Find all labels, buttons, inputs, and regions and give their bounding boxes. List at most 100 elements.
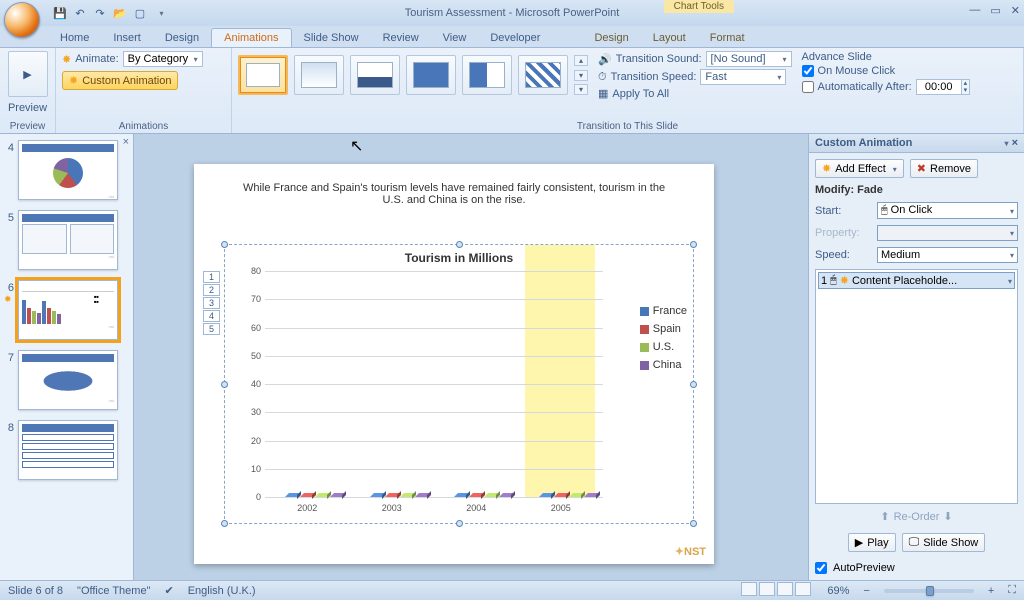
transition-gallery-more[interactable]: ▴▾▾ (574, 55, 588, 95)
transition-thumb[interactable] (350, 55, 400, 95)
preview-button[interactable]: ▶ (8, 51, 48, 97)
quick-access-toolbar: 💾 ↶ ↷ 📂 ▢ (52, 5, 168, 21)
tab-design[interactable]: Design (153, 29, 211, 47)
fit-window-icon[interactable]: ⛶ (1008, 584, 1016, 597)
slide-thumb-4[interactable]: nst (18, 140, 118, 200)
save-icon[interactable]: 💾 (52, 5, 68, 21)
animate-label: Animate: (75, 53, 118, 65)
zoom-out-icon[interactable]: − (863, 585, 869, 597)
slide-canvas[interactable]: While France and Spain's tourism levels … (194, 164, 714, 564)
taskpane-close-icon[interactable]: × (1012, 137, 1018, 149)
group-transition: Transition to This Slide (238, 119, 1017, 133)
group-preview: Preview (6, 119, 49, 133)
tab-review[interactable]: Review (371, 29, 431, 47)
office-button[interactable] (4, 2, 40, 38)
chart-placeholder[interactable]: 12345 Tourism in Millions 01020304050607… (224, 244, 694, 524)
thumb-num: 8 (4, 420, 14, 434)
custom-animation-pane: Custom Animation × ✸Add Effect ✖Remove M… (808, 134, 1024, 580)
transition-thumb[interactable] (518, 55, 568, 95)
minimize-icon[interactable]: — (969, 4, 980, 17)
remove-effect-button[interactable]: ✖Remove (910, 159, 978, 178)
resize-handle[interactable] (690, 241, 697, 248)
add-effect-button[interactable]: ✸Add Effect (815, 159, 904, 178)
play-button[interactable]: ▶ Play (848, 533, 896, 552)
reorder-up-icon[interactable]: ⬆ (880, 510, 889, 523)
qat-more-icon[interactable] (152, 5, 168, 21)
autopreview-check[interactable] (815, 562, 827, 574)
preview-label: Preview (6, 102, 49, 114)
tab-animations[interactable]: Animations (211, 28, 291, 47)
transition-thumb[interactable] (406, 55, 456, 95)
speed-combo[interactable]: Medium (877, 247, 1018, 263)
group-animations: Animations (62, 119, 225, 133)
resize-handle[interactable] (221, 520, 228, 527)
slide-editor[interactable]: While France and Spain's tourism levels … (134, 134, 808, 580)
tab-view[interactable]: View (431, 29, 479, 47)
ribbon-tabs: Home Insert Design Animations Slide Show… (0, 26, 1024, 48)
redo-icon[interactable]: ↷ (92, 5, 108, 21)
open-icon[interactable]: 📂 (112, 5, 128, 21)
reorder-down-icon[interactable]: ⬇ (943, 510, 952, 523)
resize-handle[interactable] (690, 520, 697, 527)
animation-sequence-tags: 12345 (203, 271, 220, 335)
thumb-num: 4 (4, 140, 14, 154)
resize-handle[interactable] (221, 381, 228, 388)
slide-thumb-8[interactable] (18, 420, 118, 480)
status-slide: Slide 6 of 8 (8, 585, 63, 597)
chart-title: Tourism in Millions (225, 245, 693, 267)
panel-close-icon[interactable]: × (123, 136, 129, 148)
effect-list-item[interactable]: 1🖱✸Content Placeholde... (818, 272, 1015, 289)
reorder-controls: ⬆Re-Order⬇ (815, 510, 1018, 523)
slide-body-text: While France and Spain's tourism levels … (194, 164, 714, 212)
resize-handle[interactable] (690, 381, 697, 388)
trans-sound-combo[interactable]: [No Sound] (706, 51, 792, 67)
resize-handle[interactable] (456, 520, 463, 527)
zoom-in-icon[interactable]: + (988, 585, 994, 597)
resize-handle[interactable] (456, 241, 463, 248)
slide-thumb-6[interactable]: ■■■■ nst (18, 280, 118, 340)
zoom-slider[interactable] (884, 589, 974, 593)
apply-to-all-button[interactable]: ▦Apply To All (598, 87, 792, 100)
auto-after-spinner[interactable]: ▴▾ (916, 79, 971, 95)
chart-legend: FranceSpainU.S.China (640, 305, 687, 371)
taskpane-menu-icon[interactable] (1001, 137, 1008, 149)
slide-thumb-7[interactable]: nst (18, 350, 118, 410)
slideshow-button[interactable]: 🖵 Slide Show (902, 533, 986, 552)
view-buttons[interactable] (741, 582, 813, 599)
transition-thumb[interactable] (294, 55, 344, 95)
custom-animation-button[interactable]: ✸Custom Animation (62, 71, 178, 90)
close-icon[interactable]: ✕ (1011, 4, 1020, 17)
spellcheck-icon[interactable]: ✔ (164, 584, 173, 597)
property-combo (877, 225, 1018, 241)
transition-gallery[interactable]: ▴▾▾ (238, 55, 588, 95)
resize-handle[interactable] (221, 241, 228, 248)
on-mouse-check[interactable] (802, 65, 814, 77)
tab-insert[interactable]: Insert (101, 29, 153, 47)
status-language[interactable]: English (U.K.) (188, 585, 256, 597)
advance-slide-label: Advance Slide (802, 51, 971, 63)
tab-slideshow[interactable]: Slide Show (292, 29, 371, 47)
sound-icon: 🔊 (598, 53, 612, 66)
animate-combo[interactable]: By Category (123, 51, 203, 67)
auto-after-label: Automatically After: (818, 81, 912, 93)
zoom-level[interactable]: 69% (827, 585, 849, 597)
tab-chart-layout[interactable]: Layout (641, 29, 698, 47)
tab-home[interactable]: Home (48, 29, 101, 47)
tab-chart-design[interactable]: Design (582, 29, 640, 47)
thumb-num: 6 (4, 280, 14, 294)
auto-after-check[interactable] (802, 81, 814, 93)
tab-developer[interactable]: Developer (478, 29, 552, 47)
transition-thumb[interactable] (462, 55, 512, 95)
new-icon[interactable]: ▢ (132, 5, 148, 21)
start-combo[interactable]: 🖱 On Click (877, 202, 1018, 219)
thumb-num: 5 (4, 210, 14, 224)
taskpane-title: Custom Animation (815, 137, 912, 149)
transition-none[interactable] (238, 55, 288, 95)
slide-thumb-5[interactable]: nst (18, 210, 118, 270)
undo-icon[interactable]: ↶ (72, 5, 88, 21)
trans-speed-combo[interactable]: Fast (700, 69, 786, 85)
tab-chart-format[interactable]: Format (698, 29, 757, 47)
effect-list[interactable]: 1🖱✸Content Placeholde... (815, 269, 1018, 504)
restore-icon[interactable]: ▭ (990, 4, 1000, 17)
chart-x-axis: 2002200320042005 (265, 503, 603, 513)
